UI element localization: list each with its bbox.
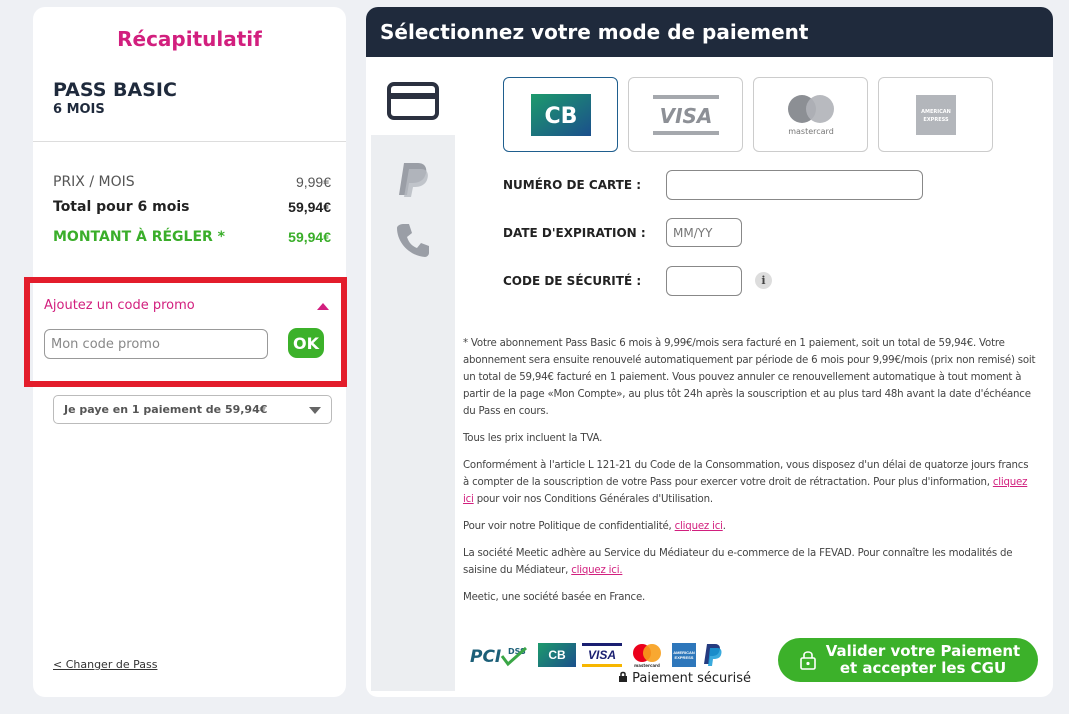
cb-logo-icon: CB	[530, 93, 591, 136]
visa-badge: VISA	[582, 643, 622, 667]
payment-header: Sélectionnez votre mode de paiement	[366, 7, 1053, 57]
legal-text: * Votre abonnement Pass Basic 6 mois à 9…	[463, 335, 1037, 616]
validate-payment-button[interactable]: Valider votre Paiement et accepter les C…	[778, 638, 1038, 682]
promo-code-input[interactable]	[44, 329, 268, 359]
svg-text:EXPRESS: EXPRESS	[923, 117, 949, 123]
amount-value: 59,94€	[288, 229, 331, 245]
mediator-link[interactable]: cliquez ici.	[571, 565, 622, 576]
security-code-label: CODE DE SÉCURITÉ :	[503, 274, 642, 288]
paypal-badge	[702, 643, 724, 667]
paypal-icon	[399, 163, 428, 197]
payment-plan-value: Je paye en 1 paiement de 59,94€	[64, 403, 268, 416]
expiry-label: DATE D'EXPIRATION :	[503, 226, 646, 240]
validate-line-1: Valider votre Paiement	[825, 642, 1021, 660]
legal-paragraph: Conformément à l'article L 121-21 du Cod…	[463, 457, 1037, 508]
summary-panel: Récapitulatif PASS BASIC 6 MOIS PRIX / M…	[24, 7, 347, 697]
price-value: 9,99€	[295, 174, 331, 190]
visa-badge-label: VISA	[587, 648, 616, 662]
legal-text-span: Conformément à l'article L 121-21 du Cod…	[463, 460, 1029, 488]
validate-line-2: et accepter les CGU	[839, 659, 1007, 677]
price-label: PRIX / MOIS	[53, 174, 135, 190]
pass-duration: 6 MOIS	[53, 102, 105, 117]
legal-text-span: Pour voir notre Politique de confidentia…	[463, 521, 675, 532]
amount-due-row: MONTANT À RÉGLER * 59,94€	[53, 229, 331, 245]
card-option-mastercard[interactable]: mastercard	[753, 77, 868, 152]
promo-toggle[interactable]: Ajoutez un code promo	[44, 298, 195, 313]
card-option-amex[interactable]: AMERICAN EXPRESS	[878, 77, 993, 152]
promo-code-section: Ajoutez un code promo OK	[24, 277, 347, 387]
legal-text-span: La société Meetic adhère au Service du M…	[463, 548, 1013, 576]
payment-plan-select[interactable]: Je paye en 1 paiement de 59,94€	[53, 395, 332, 424]
change-pass-link[interactable]: < Changer de Pass	[53, 658, 157, 671]
total-row: Total pour 6 mois 59,94€	[53, 199, 331, 215]
card-option-visa[interactable]: VISA	[628, 77, 743, 152]
svg-text:mastercard: mastercard	[634, 663, 660, 668]
phone-icon	[397, 224, 429, 257]
tab-paypal[interactable]	[371, 147, 455, 213]
visa-logo-icon: VISA	[652, 94, 719, 135]
validate-button-label: Valider votre Paiement et accepter les C…	[818, 643, 1038, 677]
cb-badge-label: CB	[548, 648, 566, 662]
amount-label: MONTANT À RÉGLER *	[53, 229, 225, 245]
pass-name: PASS BASIC	[53, 79, 177, 101]
lock-icon	[618, 671, 632, 686]
card-option-cb[interactable]: CB	[503, 77, 618, 152]
tab-phone[interactable]	[371, 207, 455, 273]
mastercard-logo-icon: mastercard	[787, 94, 834, 136]
secure-payment-text: Paiement sécurisé	[632, 671, 751, 686]
security-code-input[interactable]	[666, 266, 742, 296]
card-number-input[interactable]	[666, 170, 923, 200]
amex-badge: AMERICAN EXPRESS	[672, 643, 696, 667]
security-badges: PCI DSS CB VISA mastercard AMERICAN EXPRE…	[470, 640, 724, 670]
visa-logo-text: VISA	[659, 104, 712, 128]
legal-paragraph: Tous les prix incluent la TVA.	[463, 433, 603, 444]
cb-badge: CB	[538, 643, 576, 667]
pci-dss-badge: PCI DSS	[470, 643, 532, 667]
summary-title: Récapitulatif	[117, 27, 262, 51]
legal-paragraph: La société Meetic adhère au Service du M…	[463, 545, 1037, 579]
info-icon[interactable]: i	[755, 272, 772, 289]
mastercard-logo-text: mastercard	[788, 127, 834, 136]
total-label: Total pour 6 mois	[53, 199, 190, 215]
cb-logo-text: CB	[544, 104, 577, 129]
credit-card-icon	[387, 82, 439, 120]
legal-paragraph: Pour voir notre Politique de confidentia…	[463, 518, 1037, 535]
price-per-month-row: PRIX / MOIS 9,99€	[53, 174, 331, 190]
legal-text-span: .	[722, 521, 726, 532]
payment-panel: Sélectionnez votre mode de paiement CB V…	[366, 7, 1053, 697]
tab-card[interactable]	[371, 67, 455, 135]
divider	[33, 141, 346, 142]
card-number-label: NUMÉRO DE CARTE :	[503, 178, 642, 192]
amex-logo-icon: AMERICAN EXPRESS	[915, 94, 956, 135]
svg-text:AMERICAN: AMERICAN	[921, 109, 951, 115]
legal-paragraph: Meetic, une société basée en France.	[463, 592, 646, 603]
lock-icon	[798, 649, 818, 671]
secure-payment-label: Paiement sécurisé	[618, 671, 751, 686]
mastercard-badge: mastercard	[628, 643, 666, 668]
promo-ok-button[interactable]: OK	[288, 328, 324, 358]
svg-text:PCI: PCI	[470, 647, 501, 667]
legal-text-span: pour voir nos Conditions Générales d'Uti…	[473, 494, 713, 505]
privacy-link[interactable]: cliquez ici	[675, 521, 723, 532]
payment-method-tabs	[371, 67, 455, 691]
total-value: 59,94€	[288, 199, 331, 215]
expiry-input[interactable]	[666, 218, 742, 247]
chevron-down-icon	[309, 407, 321, 414]
legal-paragraph: * Votre abonnement Pass Basic 6 mois à 9…	[463, 338, 1036, 417]
caret-up-icon[interactable]	[317, 303, 329, 310]
